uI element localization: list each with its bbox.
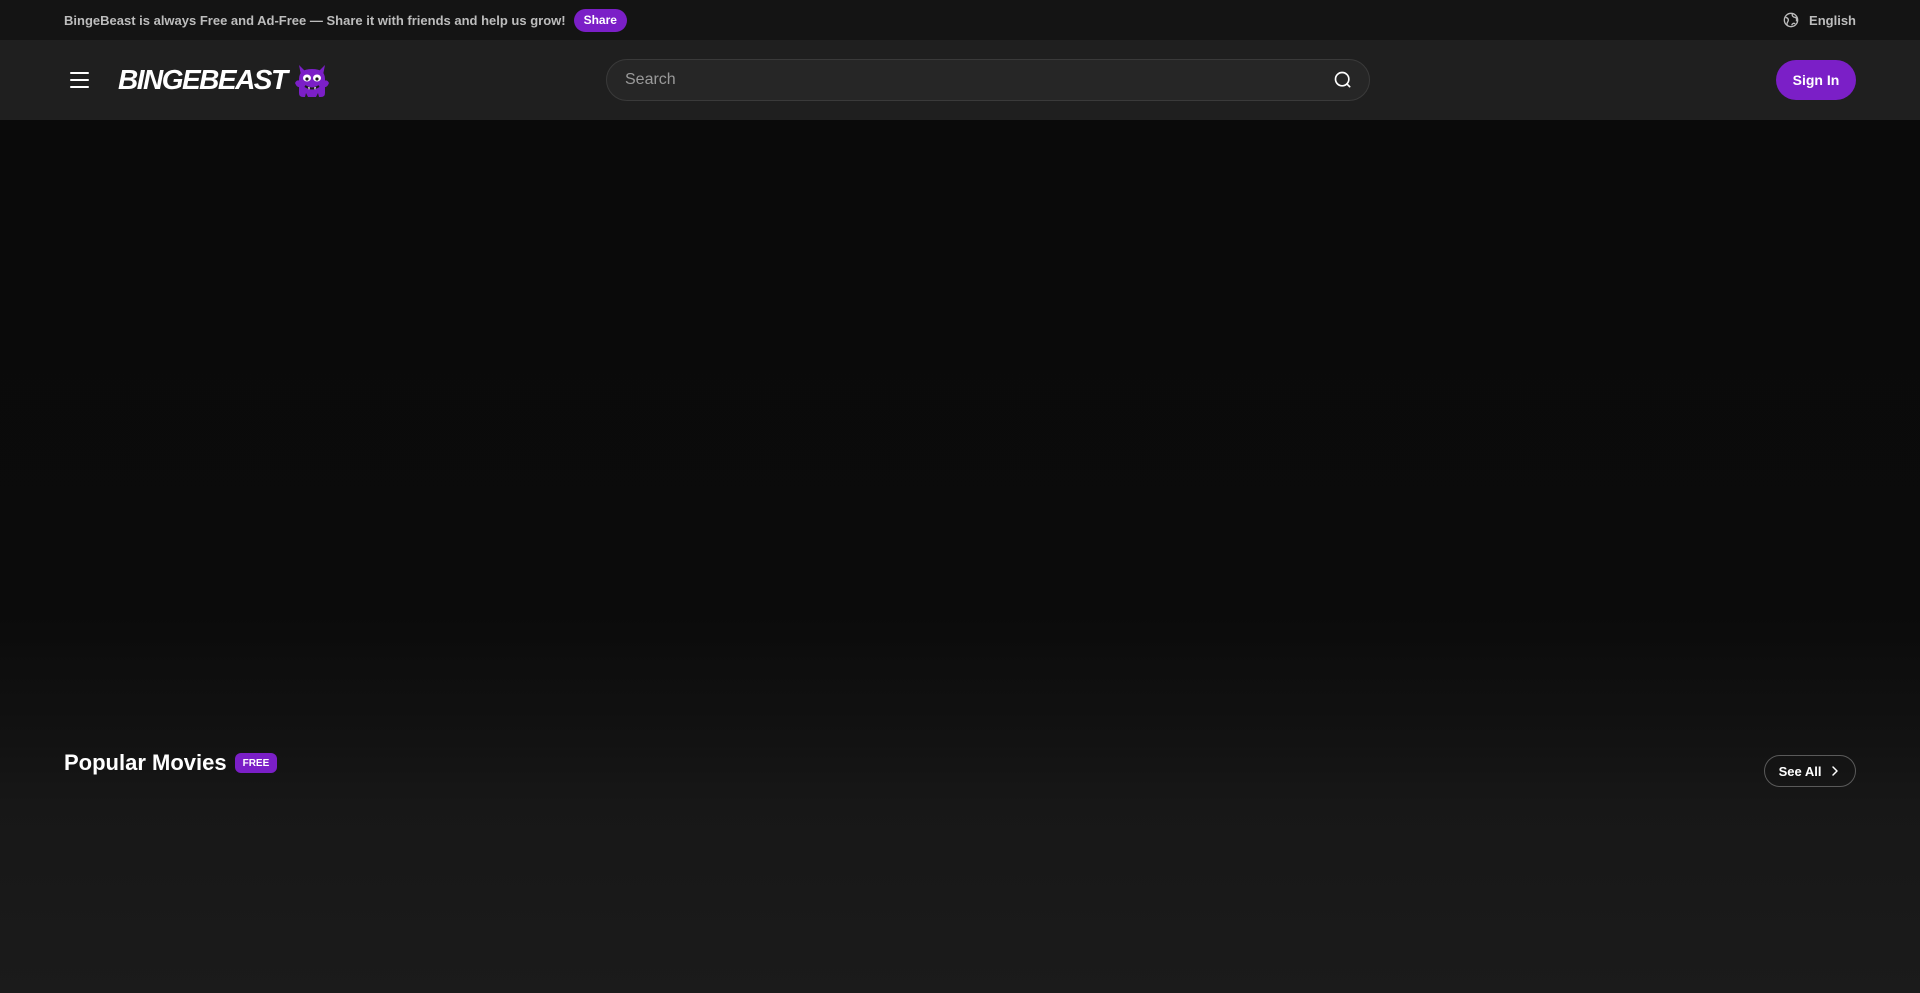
hero-banner: [0, 120, 1920, 740]
section-title: Popular Movies: [64, 750, 227, 775]
see-all-label: See All: [1778, 763, 1822, 779]
announcement-message: BingeBeast is always Free and Ad-Free — …: [64, 12, 566, 28]
language-selector[interactable]: English: [1783, 0, 1856, 40]
search-input[interactable]: [623, 70, 1333, 90]
search-bar[interactable]: [606, 59, 1370, 101]
announcement-bar: BingeBeast is always Free and Ad-Free — …: [0, 0, 1920, 40]
free-badge: FREE: [234, 753, 278, 773]
see-all-button[interactable]: See All: [1764, 755, 1856, 787]
section-header: Popular Movies FREE: [64, 750, 278, 776]
share-button[interactable]: Share: [573, 8, 627, 32]
globe-icon: [1783, 12, 1799, 28]
monster-mascot-icon: [294, 65, 329, 97]
hamburger-icon[interactable]: [70, 68, 98, 92]
sign-in-button[interactable]: Sign In: [1776, 60, 1856, 100]
popular-movies-section: Popular Movies FREE See All: [0, 740, 1920, 993]
language-label: English: [1809, 12, 1856, 28]
search-icon[interactable]: [1333, 70, 1353, 90]
logo-wordmark: BINGEBEAST: [118, 64, 288, 95]
chevron-right-icon: [1832, 766, 1839, 776]
site-logo[interactable]: BINGEBEAST: [118, 60, 331, 100]
